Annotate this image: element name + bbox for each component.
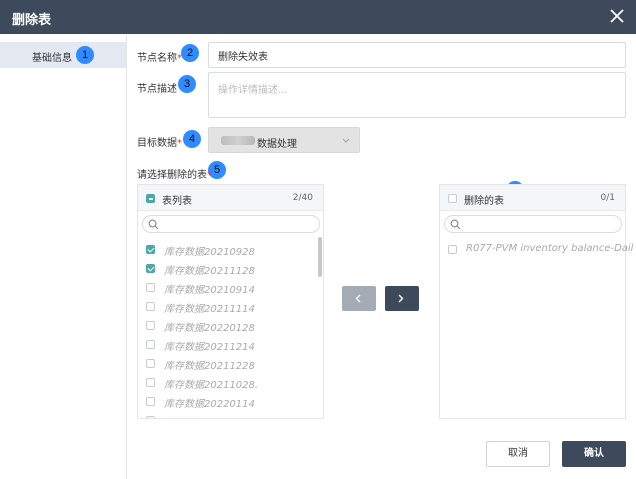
search-icon [148, 219, 159, 230]
source-table-panel: 表列表 2/40 库存数据20210928 库存数据20211128 库存数据202… [137, 184, 324, 419]
step-badge-4: 4 [183, 130, 201, 148]
list-item[interactable]: 库存数据20210914 [138, 279, 318, 296]
list-item[interactable]: 库存数据20211114 [138, 298, 318, 315]
node-name-input[interactable]: 删除失效表 [208, 42, 626, 68]
close-icon[interactable] [608, 7, 626, 25]
target-data-select[interactable]: 数据处理 [208, 127, 360, 153]
list-item-checkbox[interactable] [146, 397, 155, 406]
list-item[interactable]: 库存数据20211214 [138, 336, 318, 353]
move-left-button[interactable] [342, 286, 376, 311]
list-item-checkbox[interactable] [146, 378, 155, 387]
target-panel-title: 删除的表 [464, 196, 504, 207]
list-item-checkbox[interactable] [146, 321, 155, 330]
redacted-text [221, 136, 255, 145]
list-item[interactable]: 库存数据20210928 [138, 241, 318, 258]
list-item[interactable]: R077-PVM inventory balance-Dail [440, 241, 633, 257]
list-item-checkbox[interactable] [146, 264, 155, 273]
target-data-label: 目标数据* [137, 138, 182, 149]
move-right-button[interactable] [385, 286, 419, 311]
list-item-label: 库存数据20211214 [164, 342, 255, 353]
list-item-label: 库存数据20220128 [164, 323, 255, 334]
node-name-value: 删除失效表 [218, 51, 268, 63]
list-item-label: 库存数据20210914 [164, 285, 255, 296]
list-item[interactable]: 库存数据20220128 [138, 317, 318, 334]
target-table-panel: 删除的表 0/1 R077-PVM inventory balance-Dail [439, 184, 633, 419]
list-item[interactable]: 库存数据20211228 [138, 355, 318, 372]
chevron-down-icon [342, 138, 350, 143]
select-all-checkbox[interactable] [146, 194, 155, 203]
chevron-left-icon [355, 294, 361, 303]
list-item-checkbox[interactable] [448, 245, 457, 254]
confirm-button[interactable]: 确认 [562, 441, 626, 467]
list-item[interactable]: 库存数据20220114 [138, 393, 318, 410]
list-item-checkbox[interactable] [146, 359, 155, 368]
source-panel-count: 2/40 [292, 193, 313, 203]
list-item-checkbox[interactable] [146, 302, 155, 311]
source-search-input[interactable] [142, 215, 320, 233]
source-list-scrollbar[interactable] [318, 237, 322, 277]
list-item-label: 库存数据20211128 [164, 266, 255, 277]
list-item-label: 库存数据20211028. [164, 380, 259, 391]
node-name-label: 节点名称* [137, 53, 182, 64]
list-item-label: 库存数据20211201 [164, 414, 255, 418]
source-panel-header: 表列表 2/40 [138, 185, 323, 211]
list-item-label: 库存数据20211228 [164, 361, 255, 372]
sidebar-item-basic-info[interactable]: 基础信息 [0, 42, 126, 68]
cancel-button[interactable]: 取消 [486, 441, 550, 467]
search-icon [450, 219, 461, 230]
list-item-checkbox[interactable] [146, 416, 155, 418]
sidebar: 基础信息 [0, 34, 127, 479]
list-item-label: R077-PVM inventory balance-Dail [466, 243, 634, 254]
list-item[interactable]: 库存数据20211128 [138, 260, 318, 277]
node-desc-placeholder: 操作详情描述... [218, 85, 288, 96]
target-data-value: 数据处理 [257, 139, 297, 150]
list-item-checkbox[interactable] [146, 245, 155, 254]
node-desc-textarea[interactable]: 操作详情描述... [208, 72, 626, 118]
sidebar-item-label: 基础信息 [32, 53, 72, 64]
list-item-checkbox[interactable] [146, 283, 155, 292]
node-desc-label: 节点描述 [137, 84, 177, 95]
source-panel-title: 表列表 [162, 196, 192, 207]
list-item-label: 库存数据20220114 [164, 399, 255, 410]
list-item-checkbox[interactable] [146, 340, 155, 349]
target-search-input[interactable] [444, 215, 622, 233]
dialog-header: 删除表 [0, 0, 636, 34]
step-badge-2: 2 [181, 44, 199, 62]
select-tables-label: 请选择删除的表* [137, 170, 212, 181]
chevron-right-icon [398, 294, 404, 303]
list-item[interactable]: 库存数据20211028. [138, 374, 318, 391]
list-item[interactable]: 库存数据20211201 [138, 412, 318, 418]
target-panel-count: 0/1 [600, 193, 615, 203]
step-badge-3: 3 [178, 75, 196, 93]
dialog-title: 删除表 [12, 13, 52, 28]
step-badge-1: 1 [76, 46, 94, 64]
list-item-label: 库存数据20211114 [164, 304, 255, 315]
target-select-all-checkbox[interactable] [448, 194, 457, 203]
target-panel-header: 删除的表 0/1 [440, 185, 625, 211]
list-item-label: 库存数据20210928 [164, 247, 255, 258]
